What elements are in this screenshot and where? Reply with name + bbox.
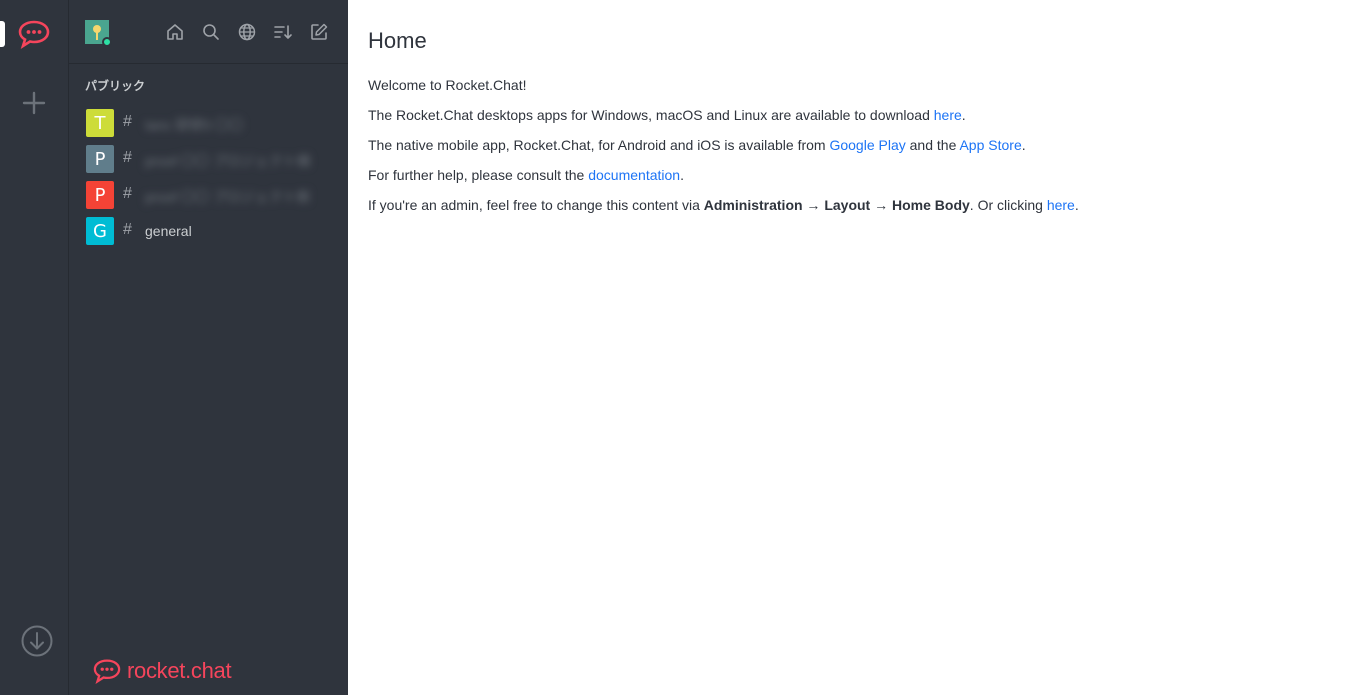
server-rail [0, 0, 68, 695]
desktop-prefix: The Rocket.Chat desktops apps for Window… [368, 107, 934, 123]
admin-path-layout: Layout [824, 197, 871, 213]
admin-here-link[interactable]: here [1047, 197, 1075, 213]
section-title-public: パブリック [85, 79, 146, 93]
sort-icon[interactable] [273, 22, 293, 42]
room-avatar: P [86, 145, 114, 173]
arrow: → [870, 197, 892, 213]
room-name: proof 〇〇 プロジェクト新 [145, 189, 311, 205]
admin-suffix: . [1074, 197, 1079, 213]
room-name: general [145, 223, 192, 239]
help-suffix: . [680, 167, 684, 183]
user-status-online-indicator [102, 37, 112, 47]
help-text: For further help, please consult the doc… [368, 167, 1348, 183]
page-title: Home [368, 28, 427, 53]
add-server-plus-icon[interactable] [22, 91, 46, 115]
room-item-general[interactable]: G # general [69, 212, 349, 248]
room-list: T # tanc 研修5 〇〇 P # proof 〇〇 プロジェクト検 P #… [69, 104, 349, 248]
mobile-prefix: The native mobile app, Rocket.Chat, for … [368, 137, 830, 153]
room-item[interactable]: P # proof 〇〇 プロジェクト検 [69, 140, 349, 176]
desktop-apps-text: The Rocket.Chat desktops apps for Window… [368, 107, 1348, 123]
hash-icon: # [123, 185, 132, 202]
brand-wordmark: rocket.chat [127, 658, 232, 683]
sidebar-header [69, 0, 349, 64]
hash-icon: # [123, 149, 132, 166]
rocket-chat-logo-icon [93, 659, 121, 684]
admin-prefix: If you're an admin, feel free to change … [368, 197, 704, 213]
user-avatar[interactable] [85, 20, 112, 47]
room-item[interactable]: P # proof 〇〇 プロジェクト新 [69, 176, 349, 212]
mobile-mid: and the [905, 137, 960, 153]
home-icon[interactable] [165, 22, 185, 42]
desktop-suffix: . [961, 107, 966, 123]
search-icon[interactable] [201, 22, 221, 42]
room-name: tanc 研修5 〇〇 [145, 117, 244, 133]
home-body: Welcome to Rocket.Chat! The Rocket.Chat … [368, 77, 1348, 227]
room-name: proof 〇〇 プロジェクト検 [145, 153, 311, 169]
room-item[interactable]: T # tanc 研修5 〇〇 [69, 104, 349, 140]
help-prefix: For further help, please consult the [368, 167, 589, 183]
hash-icon: # [123, 113, 132, 130]
welcome-text: Welcome to Rocket.Chat! [368, 77, 527, 93]
download-icon[interactable] [20, 624, 54, 658]
rocket-chat-server-icon[interactable] [18, 19, 50, 50]
room-avatar: T [86, 109, 114, 137]
admin-mid: . Or clicking [969, 197, 1047, 213]
google-play-link[interactable]: Google Play [829, 137, 905, 153]
rocket-chat-brand-logo: rocket.chat [93, 655, 232, 687]
main-content: Home Welcome to Rocket.Chat! The Rocket.… [348, 0, 1366, 695]
mobile-suffix: . [1021, 137, 1026, 153]
directory-globe-icon[interactable] [237, 22, 257, 42]
create-new-edit-icon[interactable] [309, 22, 329, 42]
admin-path-home-body: Home Body [892, 197, 970, 213]
documentation-link[interactable]: documentation [588, 167, 680, 183]
mobile-apps-text: The native mobile app, Rocket.Chat, for … [368, 137, 1348, 153]
app-store-link[interactable]: App Store [959, 137, 1021, 153]
hash-icon: # [123, 221, 132, 238]
admin-text: If you're an admin, feel free to change … [368, 197, 1348, 213]
arrow: → [802, 197, 825, 213]
desktop-download-link[interactable]: here [934, 107, 962, 123]
admin-path-administration: Administration [703, 197, 803, 213]
room-avatar: P [86, 181, 114, 209]
active-server-marker [0, 21, 5, 47]
room-avatar: G [86, 217, 114, 245]
sidebar: パブリック T # tanc 研修5 〇〇 P # proof 〇〇 プロジェク… [68, 0, 349, 695]
